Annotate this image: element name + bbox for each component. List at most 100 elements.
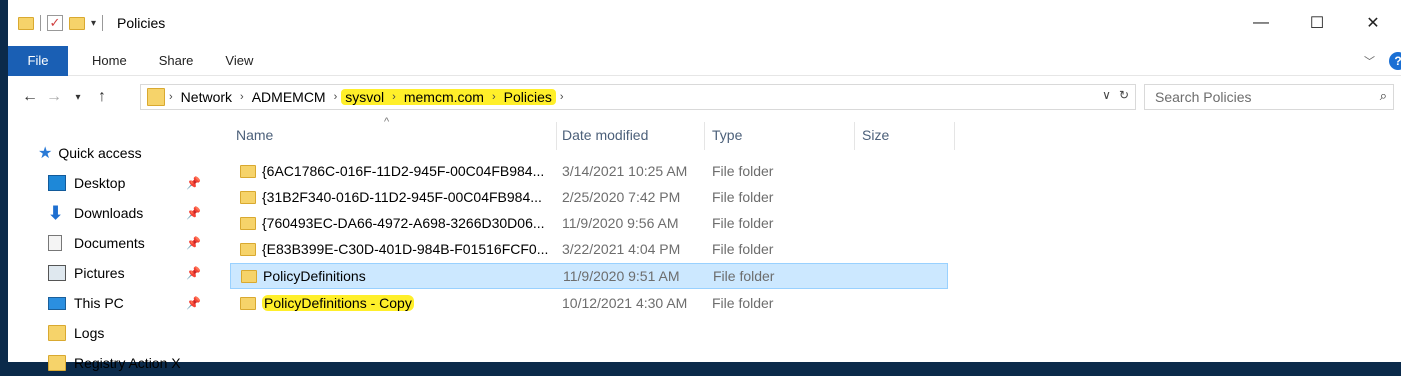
- file-list: ^ Name Date modified Type Size {6AC1786C…: [224, 116, 964, 362]
- file-type: File folder: [712, 215, 774, 231]
- pin-icon[interactable]: 📌: [186, 176, 201, 190]
- column-divider[interactable]: [954, 122, 955, 150]
- chevron-right-icon[interactable]: ›: [556, 91, 568, 103]
- file-name: {6AC1786C-016F-11D2-945F-00C04FB984...: [262, 163, 545, 179]
- nav-item-downloads[interactable]: ⬇ Downloads: [48, 200, 143, 226]
- tab-home[interactable]: Home: [76, 46, 143, 76]
- address-tools: ∨ ↻: [1102, 88, 1129, 102]
- chevron-right-icon[interactable]: ›: [388, 91, 400, 103]
- nav-label: Downloads: [74, 205, 144, 221]
- column-divider[interactable]: [704, 122, 705, 150]
- file-date: 11/9/2020 9:51 AM: [563, 268, 680, 284]
- list-item[interactable]: {31B2F340-016D-11D2-945F-00C04FB984... 2…: [230, 184, 948, 210]
- file-type: File folder: [712, 241, 774, 257]
- list-item[interactable]: {6AC1786C-016F-11D2-945F-00C04FB984... 3…: [230, 158, 948, 184]
- folder-icon: [147, 88, 165, 106]
- download-icon: ⬇: [48, 203, 64, 223]
- close-button[interactable]: ✕: [1345, 0, 1401, 46]
- maximize-button[interactable]: ☐: [1289, 0, 1345, 46]
- chevron-right-icon[interactable]: ›: [330, 91, 342, 103]
- nav-item-quick-access[interactable]: ★ Quick access: [38, 140, 142, 166]
- expand-ribbon-icon[interactable]: ﹀: [1364, 53, 1375, 69]
- nav-label: Registry Action X: [74, 355, 181, 371]
- folder-icon: [240, 216, 256, 230]
- ribbon-options: ﹀ ?: [1364, 46, 1401, 76]
- folder-icon: [240, 190, 256, 204]
- nav-label: Documents: [74, 235, 145, 251]
- column-header-name[interactable]: Name: [236, 118, 273, 152]
- address-row: ← → ▾ ↑ › Network › ADMEMCM › sysvol › m…: [8, 78, 1401, 116]
- tab-share[interactable]: Share: [143, 46, 210, 76]
- navigation-pane: ★ Quick access Desktop 📌 ⬇ Downloads 📌 D…: [8, 118, 218, 371]
- desktop-background: [0, 0, 8, 362]
- toolbar-divider: [40, 15, 41, 31]
- address-bar[interactable]: › Network › ADMEMCM › sysvol › memcm.com…: [140, 84, 1136, 110]
- file-name: {31B2F340-016D-11D2-945F-00C04FB984...: [262, 189, 542, 205]
- back-icon[interactable]: ←: [18, 88, 42, 106]
- list-item[interactable]: {E83B399E-C30D-401D-984B-F01516FCF0... 3…: [230, 236, 948, 262]
- nav-item-pictures[interactable]: Pictures: [48, 260, 125, 286]
- folder-icon: [48, 355, 66, 371]
- customize-toolbar-icon[interactable]: ▾: [91, 18, 96, 29]
- window-controls: — ☐ ✕: [1233, 0, 1401, 46]
- chevron-right-icon[interactable]: ›: [236, 91, 248, 103]
- chevron-right-icon[interactable]: ›: [165, 91, 177, 103]
- desktop-icon: [48, 175, 66, 191]
- pin-icon[interactable]: 📌: [186, 266, 201, 280]
- pin-icon[interactable]: 📌: [186, 236, 201, 250]
- tab-file[interactable]: File: [8, 45, 68, 76]
- minimize-button[interactable]: —: [1233, 0, 1289, 46]
- computer-icon: [48, 296, 66, 310]
- help-icon[interactable]: ?: [1389, 52, 1401, 70]
- ribbon-tabs: File Home Share View ﹀ ?: [8, 45, 1401, 76]
- nav-label: Logs: [74, 325, 105, 341]
- breadcrumb-sysvol[interactable]: sysvol: [341, 89, 388, 105]
- refresh-icon[interactable]: ↻: [1119, 88, 1129, 102]
- title-bar: ✓ ▾ Policies — ☐ ✕: [8, 0, 1401, 46]
- file-date: 11/9/2020 9:56 AM: [562, 215, 679, 231]
- column-header-date[interactable]: Date modified: [562, 118, 648, 152]
- file-date: 3/14/2021 10:25 AM: [562, 163, 688, 179]
- breadcrumb-policies[interactable]: Policies: [500, 89, 556, 105]
- column-header-type[interactable]: Type: [712, 118, 742, 152]
- breadcrumb-admemcm[interactable]: ADMEMCM: [248, 89, 330, 105]
- search-icon[interactable]: ⌕: [1380, 88, 1387, 104]
- list-item-selected[interactable]: PolicyDefinitions 11/9/2020 9:51 AM File…: [230, 263, 948, 289]
- nav-item-this-pc[interactable]: This PC: [48, 290, 124, 316]
- forward-icon[interactable]: →: [42, 88, 66, 106]
- recent-locations-icon[interactable]: ▾: [66, 92, 90, 103]
- file-name: {760493EC-DA66-4972-A698-3266D30D06...: [262, 215, 545, 231]
- pin-icon[interactable]: 📌: [186, 296, 201, 310]
- quick-access-toolbar: ✓ ▾ Policies: [8, 0, 165, 46]
- up-icon[interactable]: ↑: [90, 88, 114, 106]
- breadcrumb-highlight: sysvol › memcm.com › Policies: [341, 89, 556, 105]
- folder-icon: [240, 164, 256, 178]
- address-dropdown-icon[interactable]: ∨: [1102, 88, 1111, 102]
- file-date: 2/25/2020 7:42 PM: [562, 189, 681, 205]
- chevron-right-icon[interactable]: ›: [488, 91, 500, 103]
- folder-icon: [18, 16, 34, 30]
- column-divider[interactable]: [854, 122, 855, 150]
- nav-item-registry-action[interactable]: Registry Action X: [48, 350, 181, 376]
- pin-icon[interactable]: 📌: [186, 206, 201, 220]
- properties-icon[interactable]: ✓: [47, 15, 63, 31]
- column-divider[interactable]: [556, 122, 557, 150]
- new-folder-icon[interactable]: [69, 16, 85, 30]
- nav-item-desktop[interactable]: Desktop: [48, 170, 125, 196]
- breadcrumb-network[interactable]: Network: [177, 89, 236, 105]
- list-item[interactable]: PolicyDefinitions - Copy 10/12/2021 4:30…: [230, 290, 948, 316]
- column-header-size[interactable]: Size: [862, 118, 889, 152]
- file-type: File folder: [713, 268, 775, 284]
- file-type: File folder: [712, 295, 774, 311]
- file-name: PolicyDefinitions: [263, 268, 366, 284]
- list-item[interactable]: {760493EC-DA66-4972-A698-3266D30D06... 1…: [230, 210, 948, 236]
- nav-item-documents[interactable]: Documents: [48, 230, 145, 256]
- search-input[interactable]: Search Policies ⌕: [1144, 84, 1394, 110]
- breadcrumb-memcm-com[interactable]: memcm.com: [400, 89, 488, 105]
- tab-view[interactable]: View: [209, 46, 269, 76]
- file-type: File folder: [712, 189, 774, 205]
- nav-label: Quick access: [58, 145, 142, 161]
- document-icon: [48, 235, 62, 251]
- nav-item-logs[interactable]: Logs: [48, 320, 104, 346]
- folder-icon: [240, 296, 256, 310]
